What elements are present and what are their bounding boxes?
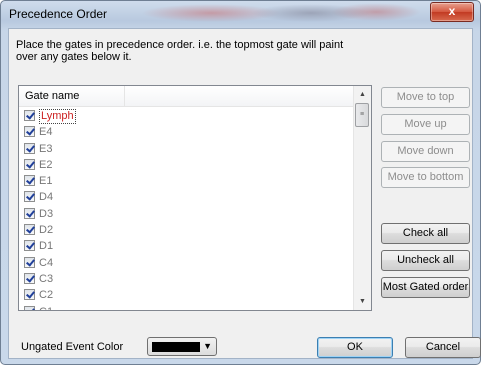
- ungated-color-picker[interactable]: ▼: [147, 337, 217, 356]
- move-to-bottom-button[interactable]: Move to bottom: [381, 167, 470, 188]
- list-header: Gate name: [19, 86, 354, 107]
- gate-label: E2: [39, 158, 53, 171]
- move-up-button[interactable]: Move up: [381, 114, 470, 135]
- list-item[interactable]: D2: [19, 222, 354, 238]
- check-all-button[interactable]: Check all: [381, 223, 470, 244]
- list-item[interactable]: C1: [19, 304, 354, 310]
- list-item[interactable]: E1: [19, 173, 354, 189]
- gate-checkbox[interactable]: [24, 142, 35, 154]
- window-title: Precedence Order: [9, 7, 108, 21]
- gate-checkbox[interactable]: [24, 126, 35, 138]
- gate-label: Lymph: [39, 109, 76, 124]
- gate-rows: Lymph E4 E3 E2 E1 D4 D3 D2 D1 C4 C3 C2 C1: [19, 108, 354, 310]
- gate-list[interactable]: Gate name LymphE4E3E2E1D4D3D2D1C4C3C2C1 …: [18, 85, 372, 311]
- gate-checkbox[interactable]: [24, 110, 35, 121]
- gate-checkbox[interactable]: [24, 175, 35, 187]
- vertical-scrollbar[interactable]: ▲ ≡ ▼: [353, 86, 371, 310]
- gate-checkbox[interactable]: [24, 207, 35, 219]
- list-item[interactable]: Lymph: [19, 108, 354, 124]
- gate-label: E4: [39, 126, 53, 139]
- move-to-top-button[interactable]: Move to top: [381, 87, 470, 108]
- list-item[interactable]: E4: [19, 124, 354, 140]
- most-gated-order-button[interactable]: Most Gated order: [381, 277, 470, 298]
- gate-label: C2: [39, 289, 54, 302]
- gate-label: D3: [39, 207, 54, 220]
- chevron-down-icon: ▼: [203, 341, 212, 351]
- color-swatch: [152, 342, 200, 352]
- list-item[interactable]: E3: [19, 141, 354, 157]
- list-item[interactable]: D3: [19, 206, 354, 222]
- list-item[interactable]: C2: [19, 287, 354, 303]
- move-down-button[interactable]: Move down: [381, 141, 470, 162]
- gate-checkbox[interactable]: [24, 256, 35, 268]
- gate-label: C4: [39, 256, 54, 269]
- gate-checkbox[interactable]: [24, 305, 35, 310]
- gate-label: D2: [39, 224, 54, 237]
- list-item[interactable]: C3: [19, 271, 354, 287]
- gate-checkbox[interactable]: [24, 289, 35, 301]
- cancel-button[interactable]: Cancel: [405, 337, 481, 358]
- list-item[interactable]: C4: [19, 255, 354, 271]
- gate-label: C3: [39, 272, 54, 285]
- gate-label: D1: [39, 240, 54, 253]
- ok-button[interactable]: OK: [317, 337, 393, 358]
- gate-checkbox[interactable]: [24, 272, 35, 284]
- list-item[interactable]: E2: [19, 157, 354, 173]
- gate-checkbox[interactable]: [24, 224, 35, 236]
- gate-checkbox[interactable]: [24, 191, 35, 203]
- title-bar[interactable]: Precedence Order x: [1, 1, 480, 27]
- scroll-down-arrow-icon[interactable]: ▼: [354, 293, 371, 310]
- gate-checkbox[interactable]: [24, 240, 35, 252]
- scroll-up-arrow-icon[interactable]: ▲: [354, 86, 371, 103]
- gate-checkbox[interactable]: [24, 158, 35, 170]
- scrollbar-thumb[interactable]: ≡: [355, 103, 369, 127]
- gate-label: C1: [39, 304, 53, 310]
- precedence-order-dialog: Precedence Order x Place the gates in pr…: [0, 0, 481, 365]
- gate-label: D4: [39, 191, 54, 204]
- close-button[interactable]: x: [430, 2, 474, 22]
- list-item[interactable]: D1: [19, 238, 354, 254]
- uncheck-all-button[interactable]: Uncheck all: [381, 250, 470, 271]
- gate-label: E1: [39, 175, 53, 188]
- gate-label: E3: [39, 142, 53, 155]
- instructions-text: Place the gates in precedence order. i.e…: [16, 39, 344, 63]
- column-header-gate-name[interactable]: Gate name: [19, 86, 125, 106]
- list-item[interactable]: D4: [19, 189, 354, 205]
- close-icon: x: [448, 4, 456, 18]
- titlebar-glass-blur: [331, 3, 421, 21]
- ungated-event-color-label: Ungated Event Color: [21, 341, 124, 353]
